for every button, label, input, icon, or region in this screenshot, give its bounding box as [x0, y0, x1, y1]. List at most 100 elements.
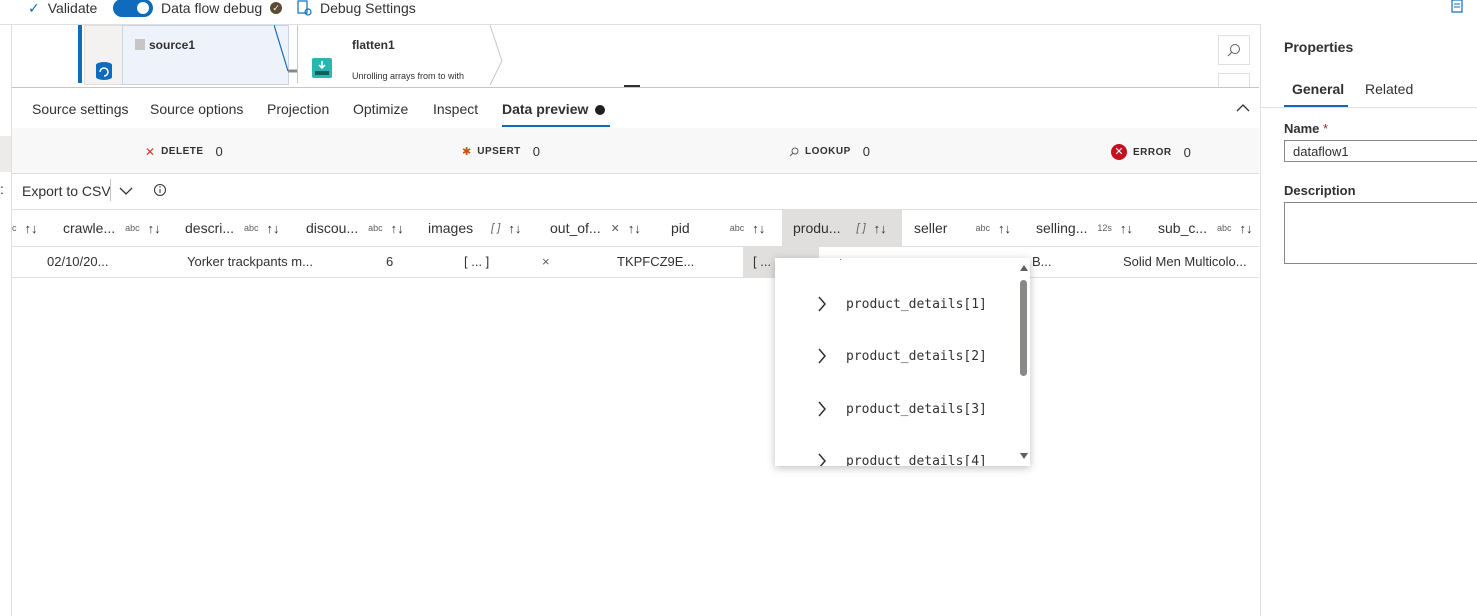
tab-inspect[interactable]: Inspect	[433, 101, 478, 117]
cell-discount[interactable]: 6	[386, 246, 393, 277]
cell-description[interactable]: Yorker trackpants m...	[187, 246, 313, 277]
cell-out-of-stock[interactable]: ×	[542, 246, 550, 277]
column-header-sub-category[interactable]: sub_c... abc ↑↓	[1158, 210, 1253, 246]
canvas-zoom-button[interactable]	[1218, 73, 1250, 87]
cell-pid[interactable]: TKPFCZ9E...	[617, 246, 694, 277]
flatten-node-description: Unrolling arrays from to with	[352, 71, 465, 81]
tab-data-preview[interactable]: Data preview	[502, 101, 588, 117]
chevron-right-icon[interactable]	[817, 401, 827, 417]
column-header-product[interactable]: produ... [ ] ↑↓	[782, 210, 902, 246]
chevron-right-icon[interactable]	[817, 296, 827, 312]
sort-icon[interactable]: ↑↓	[148, 221, 161, 236]
info-icon[interactable]	[153, 183, 167, 197]
dataflow-debug-label: Data flow debug	[161, 0, 263, 16]
tab-source-settings[interactable]: Source settings	[32, 101, 129, 117]
column-header-partial[interactable]: c ↑↓	[12, 210, 38, 246]
scroll-up-icon[interactable]	[1019, 264, 1029, 272]
debug-settings-button[interactable]: Debug Settings	[296, 0, 416, 16]
column-header-crawled[interactable]: crawle... abc ↑↓	[63, 210, 161, 246]
properties-panel: Properties General Related Name * datafl…	[1260, 24, 1477, 616]
error-count: 0	[1183, 144, 1191, 160]
tab-general[interactable]: General	[1292, 81, 1344, 97]
database-icon	[96, 62, 112, 80]
toggle-switch[interactable]	[113, 0, 153, 17]
sort-icon[interactable]: ↑↓	[267, 221, 280, 236]
table-row[interactable]: 02/10/20... Yorker trackpants m... 6 [ .…	[12, 246, 1259, 278]
error-icon: ✕	[1111, 144, 1127, 160]
sort-icon[interactable]: ↑↓	[998, 221, 1011, 236]
debug-status-icon: ✓	[270, 2, 283, 14]
scrollbar-thumb[interactable]	[1020, 280, 1027, 376]
dataflow-debug-toggle[interactable]: Data flow debug ✓	[113, 0, 283, 17]
column-header-discount[interactable]: discou... abc ↑↓	[306, 210, 404, 246]
tab-optimize[interactable]: Optimize	[353, 101, 408, 117]
product-details-popup[interactable]: · product_details[1] product_details[2] …	[775, 258, 1030, 466]
sort-icon[interactable]: ↑↓	[391, 221, 404, 236]
tab-related[interactable]: Related	[1365, 81, 1413, 97]
sort-icon[interactable]: ↑↓	[508, 221, 521, 236]
dataflow-canvas[interactable]: source1 flatten1 Unrolling arrays from t…	[12, 25, 1259, 88]
column-header-pid[interactable]: pid abc ↑↓	[671, 210, 765, 246]
sort-icon[interactable]: ↑↓	[1120, 221, 1133, 236]
flatten-node-label: flatten1	[352, 38, 395, 52]
chevron-right-icon[interactable]	[817, 453, 827, 466]
delete-counter: ✕ DELETE 0	[145, 144, 223, 159]
row-counters: ✕ DELETE 0 ✱ UPSERT 0 LOOKUP 0 ✕ ERROR 0	[12, 128, 1259, 174]
grid-header: c ↑↓ crawle... abc ↑↓ descri... abc ↑↓ di…	[12, 209, 1259, 247]
debug-settings-icon	[297, 0, 312, 16]
source-node-icon-area[interactable]	[84, 25, 124, 85]
tab-projection[interactable]: Projection	[267, 101, 329, 117]
chevron-up-icon[interactable]	[1236, 103, 1250, 113]
canvas-splitter-handle[interactable]	[624, 85, 640, 87]
name-label: Name *	[1284, 121, 1329, 136]
sort-icon[interactable]: ↑↓	[628, 221, 641, 236]
product-details-item[interactable]: product_details[3]	[846, 402, 987, 417]
product-details-item[interactable]: product_details[1]	[846, 297, 987, 312]
required-marker: *	[1323, 121, 1329, 136]
lookup-counter: LOOKUP 0	[789, 144, 870, 159]
column-header-out-of-stock[interactable]: out_of... ✕ ↑↓	[550, 210, 641, 246]
error-label: ERROR	[1133, 146, 1172, 158]
column-header-selling[interactable]: selling... 12s ↑↓	[1036, 210, 1133, 246]
tab-source-options[interactable]: Source options	[150, 101, 243, 117]
canvas-search-button[interactable]	[1218, 35, 1250, 65]
sort-icon[interactable]: ↑↓	[1240, 221, 1253, 236]
name-field-value: dataflow1	[1293, 144, 1349, 159]
product-details-item[interactable]: product_details[2]	[846, 349, 987, 364]
upsert-label: UPSERT	[477, 146, 521, 157]
sort-icon[interactable]: ↑↓	[874, 221, 887, 236]
search-icon	[1227, 44, 1240, 57]
source-type-icon	[135, 39, 145, 50]
name-field[interactable]: dataflow1	[1284, 140, 1477, 162]
description-field[interactable]	[1284, 202, 1477, 264]
upsert-count: 0	[532, 144, 541, 159]
preview-toolbar: : Export to CSV	[0, 174, 1259, 208]
sort-icon[interactable]: ↑↓	[25, 221, 38, 236]
active-tab-indicator	[502, 125, 610, 127]
cell-sub-category[interactable]: Solid Men Multicolo...	[1123, 246, 1247, 277]
cell-crawled[interactable]: 02/10/20...	[47, 246, 108, 277]
flatten-node[interactable]: flatten1 Unrolling arrays from to with	[297, 25, 498, 83]
source-node-label: source1	[149, 38, 196, 52]
top-toolbar: ✓ Validate Data flow debug ✓ Debug Setti…	[0, 0, 1477, 25]
tab-divider	[1261, 107, 1477, 108]
validate-button[interactable]: ✓ Validate	[28, 0, 97, 16]
chevron-down-icon[interactable]	[119, 186, 133, 196]
cell-seller[interactable]: B...	[1032, 246, 1052, 277]
column-header-images[interactable]: images [ ] ↑↓	[428, 210, 521, 246]
source-node-accent	[78, 25, 82, 83]
chevron-right-icon[interactable]	[817, 348, 827, 364]
scroll-down-icon[interactable]	[1019, 452, 1029, 460]
product-details-item[interactable]: product_details[4]	[846, 454, 987, 466]
sort-icon[interactable]: ↑↓	[752, 221, 765, 236]
flatten-icon	[312, 58, 332, 78]
column-header-seller[interactable]: seller abc ↑↓	[914, 210, 1011, 246]
column-header-description[interactable]: descri... abc ↑↓	[185, 210, 280, 246]
left-collapse-strip[interactable]	[0, 136, 11, 172]
settings-tabs: Source settings Source options Projectio…	[12, 88, 1259, 129]
export-csv-button[interactable]: Export to CSV	[22, 183, 111, 199]
source-node[interactable]: source1	[122, 25, 289, 85]
document-icon[interactable]	[1450, 0, 1464, 14]
cell-images[interactable]: [ ... ]	[464, 246, 489, 277]
unsaved-dot-icon	[595, 105, 605, 115]
